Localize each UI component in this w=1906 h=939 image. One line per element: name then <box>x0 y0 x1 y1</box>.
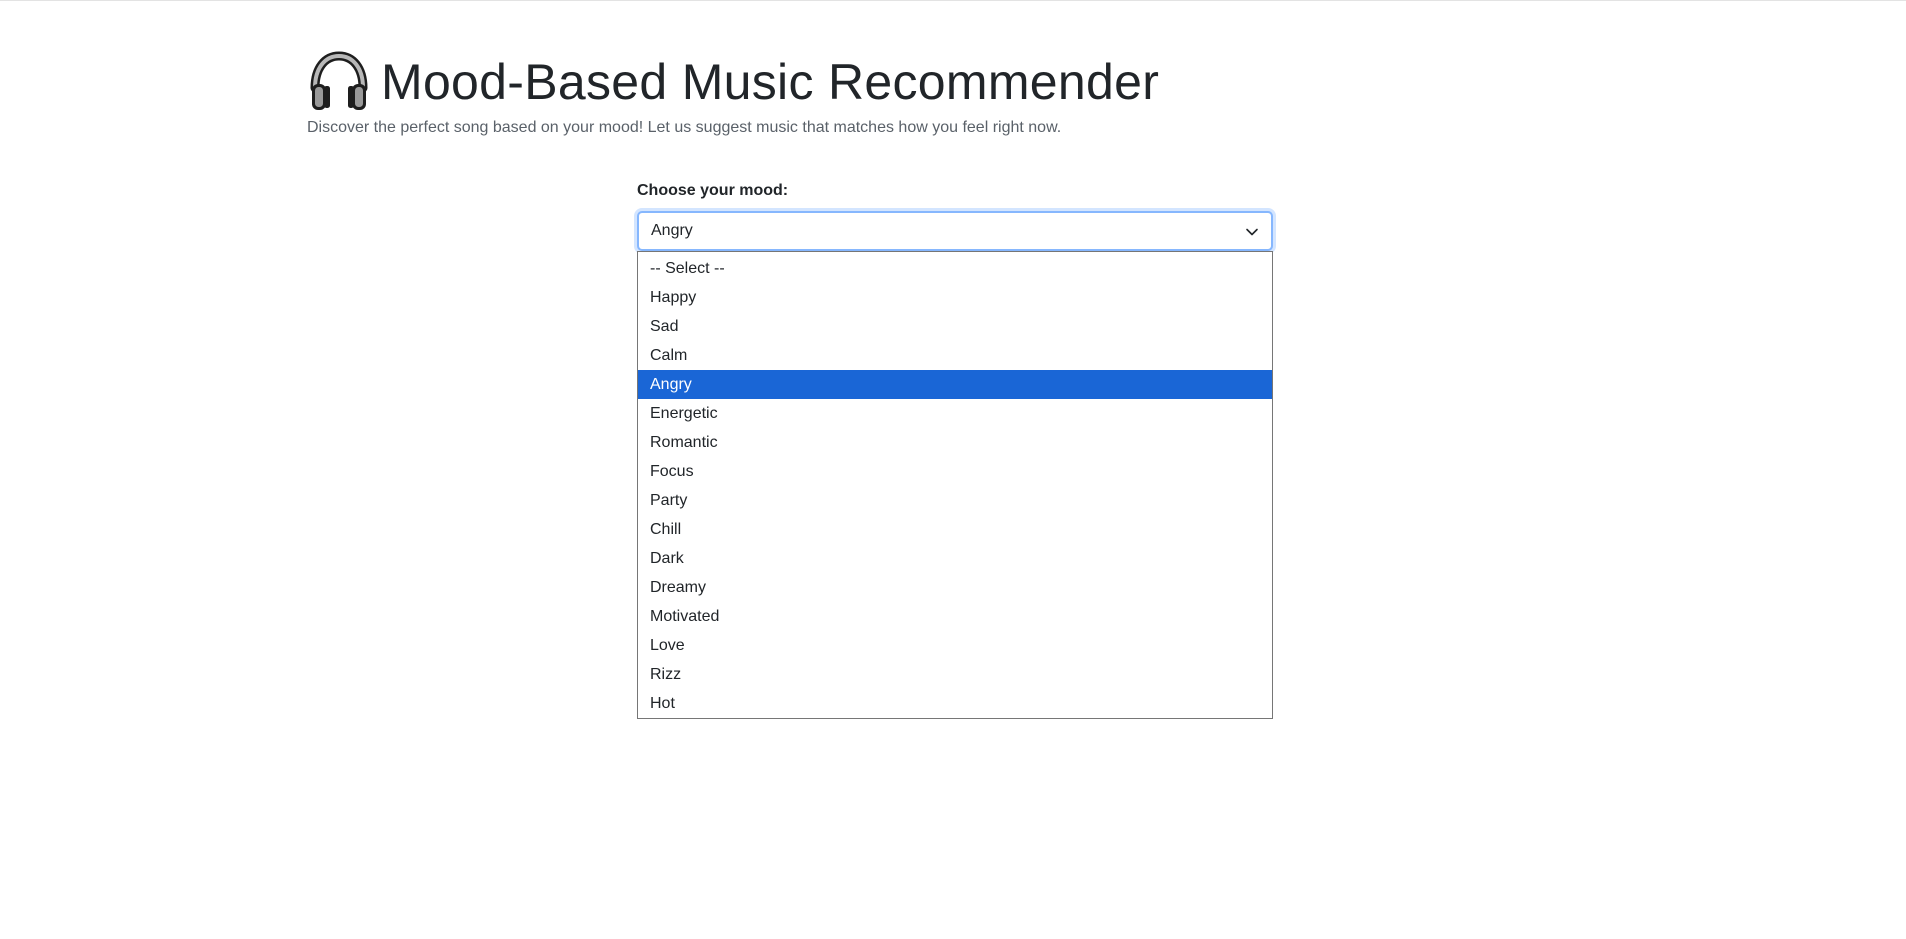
page-title: Mood-Based Music Recommender <box>381 54 1160 110</box>
mood-option[interactable]: Hot <box>638 689 1272 718</box>
mood-option[interactable]: Sad <box>638 312 1272 341</box>
mood-dropdown-list: -- Select -- Happy Sad Calm Angry Energetic Ro… <box>637 251 1273 719</box>
mood-option[interactable]: Energetic <box>638 399 1272 428</box>
mood-select[interactable]: Angry <box>637 211 1273 251</box>
mood-select-value: Angry <box>651 222 693 239</box>
mood-form: Choose your mood: Angry <box>637 182 1273 251</box>
mood-option[interactable]: Romantic <box>638 428 1272 457</box>
page-subtitle: Discover the perfect song based on your … <box>307 119 1062 136</box>
page-header: Mood-Based Music Recommender <box>307 47 1159 117</box>
mood-option[interactable]: Dreamy <box>638 573 1272 602</box>
mood-option[interactable]: Dark <box>638 544 1272 573</box>
mood-option[interactable]: Rizz <box>638 660 1272 689</box>
mood-option[interactable]: Happy <box>638 283 1272 312</box>
title-row: Mood-Based Music Recommender <box>307 47 1159 117</box>
chevron-down-icon <box>1245 225 1259 239</box>
mood-option[interactable]: Angry <box>638 370 1272 399</box>
mood-option[interactable]: Motivated <box>638 602 1272 631</box>
mood-label: Choose your mood: <box>637 182 789 199</box>
mood-option[interactable]: -- Select -- <box>638 254 1272 283</box>
mood-option[interactable]: Love <box>638 631 1272 660</box>
mood-option[interactable]: Calm <box>638 341 1272 370</box>
headphones-icon <box>307 50 371 114</box>
mood-option[interactable]: Focus <box>638 457 1272 486</box>
page: Mood-Based Music Recommender Discover th… <box>0 0 1906 939</box>
mood-option[interactable]: Chill <box>638 515 1272 544</box>
mood-option[interactable]: Party <box>638 486 1272 515</box>
